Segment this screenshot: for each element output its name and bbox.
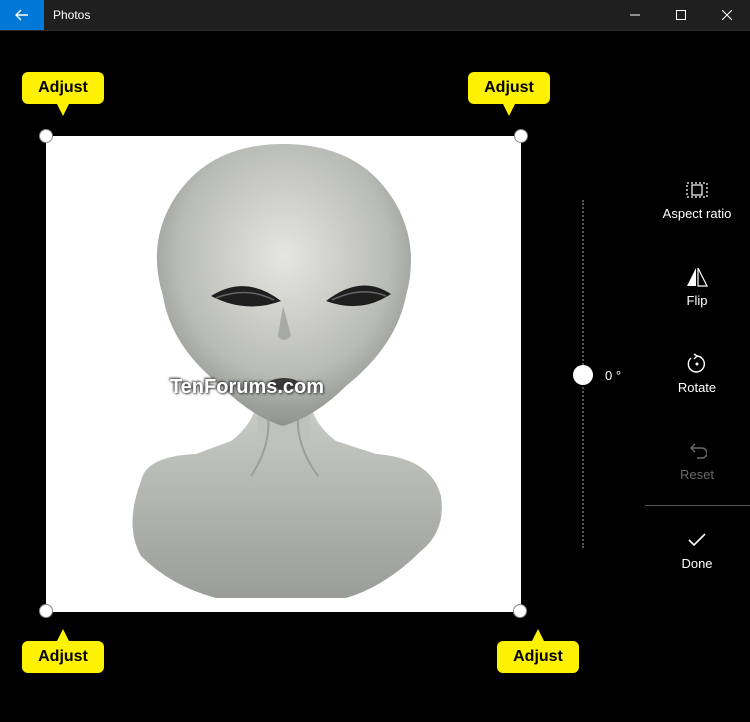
- adjust-callout-top-left: Adjust: [22, 72, 104, 116]
- done-button[interactable]: Done: [645, 528, 749, 598]
- adjust-callout-bottom-left: Adjust: [22, 629, 104, 673]
- adjust-callout-bottom-right: Adjust: [497, 629, 579, 673]
- crop-handle-top-right[interactable]: [514, 129, 528, 143]
- aspect-ratio-icon: [686, 178, 708, 202]
- callout-label: Adjust: [484, 79, 534, 96]
- done-label: Done: [681, 556, 713, 571]
- title-bar: Photos: [0, 0, 750, 31]
- callout-label: Adjust: [38, 648, 88, 665]
- maximize-icon: [676, 10, 686, 20]
- aspect-ratio-label: Aspect ratio: [662, 206, 732, 221]
- rotate-label: Rotate: [677, 380, 717, 395]
- panel-divider: [645, 505, 750, 506]
- back-button[interactable]: [0, 0, 44, 30]
- callout-label: Adjust: [513, 648, 563, 665]
- minimize-icon: [630, 14, 640, 16]
- adjust-callout-top-right: Adjust: [468, 72, 550, 116]
- callout-pointer: [503, 104, 515, 116]
- app-title: Photos: [53, 8, 91, 22]
- straighten-slider-thumb[interactable]: [573, 365, 593, 385]
- maximize-button[interactable]: [658, 0, 704, 30]
- callout-pointer: [57, 104, 69, 116]
- checkmark-icon: [688, 528, 706, 552]
- crop-handle-top-left[interactable]: [39, 129, 53, 143]
- back-arrow-icon: [15, 9, 28, 21]
- crop-handle-bottom-left[interactable]: [39, 604, 53, 618]
- watermark-text: TenForums.com: [169, 376, 325, 398]
- rotate-button[interactable]: Rotate: [645, 352, 749, 422]
- flip-button[interactable]: Flip: [645, 265, 749, 335]
- callout-label: Adjust: [38, 79, 88, 96]
- flip-icon: [686, 265, 708, 289]
- close-button[interactable]: [704, 0, 750, 30]
- callout-pointer: [532, 629, 544, 641]
- reset-label: Reset: [680, 467, 714, 482]
- crop-photo[interactable]: [46, 136, 521, 612]
- rotate-icon: [686, 352, 708, 376]
- straighten-angle-label: 0 °: [605, 368, 622, 383]
- flip-label: Flip: [686, 293, 708, 308]
- reset-button[interactable]: Reset: [645, 439, 749, 509]
- minimize-button[interactable]: [612, 0, 658, 30]
- aspect-ratio-button[interactable]: Aspect ratio: [645, 178, 749, 248]
- callout-pointer: [57, 629, 69, 641]
- alien-bust-image: [132, 144, 442, 598]
- crop-handle-bottom-right[interactable]: [513, 604, 527, 618]
- close-icon: [722, 10, 732, 20]
- undo-icon: [687, 439, 707, 463]
